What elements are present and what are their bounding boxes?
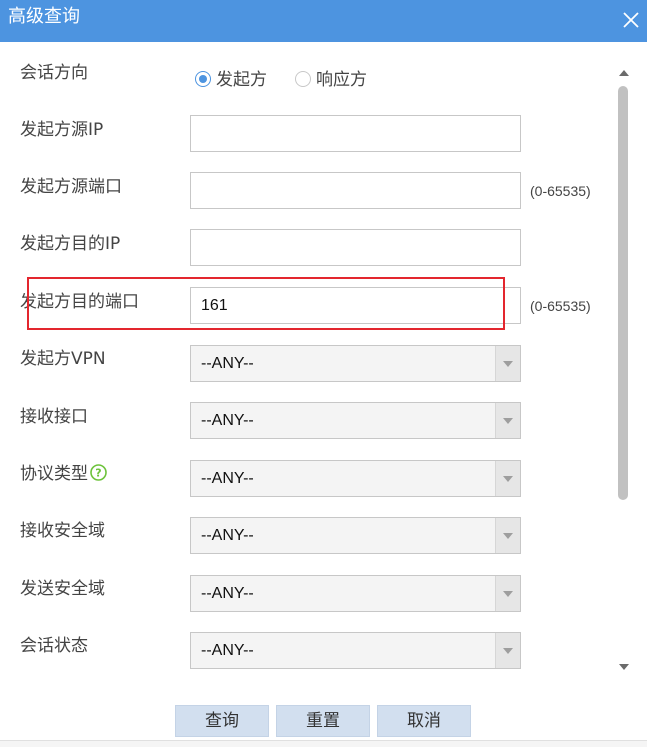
src-ip-input[interactable] <box>190 115 521 152</box>
recv-interface-select-value: --ANY-- <box>201 412 254 429</box>
protocol-type-dropdown-button[interactable] <box>495 461 520 496</box>
cancel-button[interactable]: 取消 <box>377 705 471 737</box>
protocol-type-label-text: 协议类型 <box>20 464 88 484</box>
dst-port-range-hint: (0-65535) <box>530 298 591 314</box>
vpn-label: 发起方VPN <box>20 349 106 369</box>
vertical-scrollbar[interactable] <box>614 42 632 682</box>
chevron-down-icon <box>503 648 513 654</box>
dialog-footer: 查询 重置 取消 <box>0 682 647 747</box>
radio-responder-label: 响应方 <box>316 70 367 90</box>
close-icon[interactable] <box>619 8 643 32</box>
background-table-edge <box>0 740 647 747</box>
reset-button[interactable]: 重置 <box>276 705 370 737</box>
dst-ip-label: 发起方目的IP <box>20 234 121 254</box>
radio-initiator[interactable]: 发起方 <box>195 70 267 90</box>
protocol-type-select[interactable]: --ANY-- <box>190 460 521 497</box>
dst-ip-input[interactable] <box>190 229 521 266</box>
svg-text:?: ? <box>95 467 101 480</box>
question-circle-icon[interactable]: ? <box>90 464 107 481</box>
dst-port-input[interactable]: 161 <box>190 287 521 324</box>
query-button[interactable]: 查询 <box>175 705 269 737</box>
dialog-title-bar: 高级查询 <box>0 0 647 42</box>
session-state-dropdown-button[interactable] <box>495 633 520 668</box>
radio-initiator-label: 发起方 <box>216 70 267 90</box>
chevron-down-icon <box>503 591 513 597</box>
advanced-query-form: 会话方向 发起方 响应方 发起方源IP 发起方源端口 (0-65535) 发起方… <box>0 42 614 682</box>
radio-responder[interactable]: 响应方 <box>295 70 367 90</box>
chevron-down-icon <box>503 418 513 424</box>
scrollbar-thumb[interactable] <box>618 86 628 500</box>
src-port-input[interactable] <box>190 172 521 209</box>
dialog-title: 高级查询 <box>8 6 80 27</box>
send-zone-select-value: --ANY-- <box>201 585 254 602</box>
session-state-label: 会话状态 <box>20 636 88 656</box>
vpn-select-value: --ANY-- <box>201 355 254 372</box>
vpn-select[interactable]: --ANY-- <box>190 345 521 382</box>
radio-unchecked-icon <box>295 71 311 87</box>
src-port-label: 发起方源端口 <box>20 177 122 197</box>
protocol-type-label: 协议类型 ? <box>20 463 107 485</box>
send-zone-select[interactable]: --ANY-- <box>190 575 521 612</box>
scroll-up-arrow-icon[interactable] <box>619 70 629 76</box>
chevron-down-icon <box>503 361 513 367</box>
recv-zone-label: 接收安全域 <box>20 521 105 541</box>
scroll-down-arrow-icon[interactable] <box>619 664 629 670</box>
src-port-range-hint: (0-65535) <box>530 183 591 199</box>
recv-interface-select[interactable]: --ANY-- <box>190 402 521 439</box>
direction-label: 会话方向 <box>20 63 88 83</box>
src-ip-label: 发起方源IP <box>20 120 104 140</box>
radio-checked-icon <box>195 71 211 87</box>
dst-port-label: 发起方目的端口 <box>20 292 139 312</box>
send-zone-label: 发送安全域 <box>20 579 105 599</box>
recv-interface-label: 接收接口 <box>20 407 88 427</box>
recv-zone-select-value: --ANY-- <box>201 527 254 544</box>
chevron-down-icon <box>503 476 513 482</box>
protocol-type-select-value: --ANY-- <box>201 470 254 487</box>
recv-zone-select[interactable]: --ANY-- <box>190 517 521 554</box>
vpn-dropdown-button[interactable] <box>495 346 520 381</box>
session-state-select-value: --ANY-- <box>201 642 254 659</box>
chevron-down-icon <box>503 533 513 539</box>
recv-interface-dropdown-button[interactable] <box>495 403 520 438</box>
recv-zone-dropdown-button[interactable] <box>495 518 520 553</box>
send-zone-dropdown-button[interactable] <box>495 576 520 611</box>
session-state-select[interactable]: --ANY-- <box>190 632 521 669</box>
